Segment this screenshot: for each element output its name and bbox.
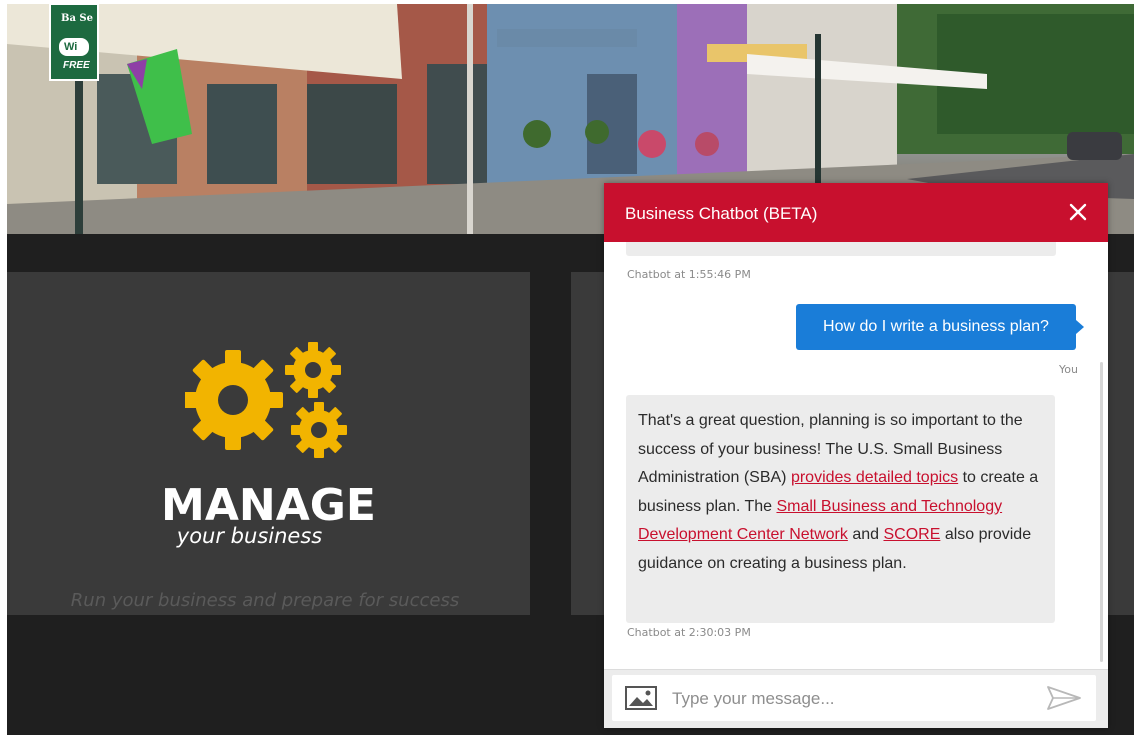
bot-text: and: [847, 526, 884, 543]
message-input[interactable]: [670, 683, 1034, 715]
message-meta: Chatbot at 2:30:03 PM: [627, 626, 751, 639]
chat-messages[interactable]: Chatbot at 1:55:46 PM How do I write a b…: [604, 242, 1108, 669]
chatbot-window: Business Chatbot (BETA) Chatbot at 1:55:…: [604, 183, 1108, 728]
score-link[interactable]: SCORE: [883, 526, 940, 543]
message-meta: Chatbot at 1:55:46 PM: [627, 268, 751, 281]
manage-subtitle: your business: [176, 524, 323, 548]
close-icon[interactable]: [1066, 200, 1090, 224]
user-message: How do I write a business plan?: [796, 304, 1084, 350]
sba-link[interactable]: provides detailed topics: [791, 469, 958, 486]
chatbot-title: Business Chatbot (BETA): [625, 204, 818, 223]
bot-message: That's a great question, planning is so …: [626, 395, 1055, 623]
image-icon[interactable]: [625, 686, 657, 710]
chat-input-bar: [604, 669, 1108, 728]
message-meta: You: [1059, 363, 1078, 376]
manage-tagline: Run your business and prepare for succes…: [70, 590, 460, 611]
send-icon[interactable]: [1046, 685, 1082, 711]
previous-bot-message: [626, 242, 1056, 256]
gears-icon: [185, 342, 347, 458]
wifi-icon: Wi: [64, 41, 78, 53]
sign-text-top: Ba Se: [61, 13, 93, 24]
chat-scrollbar[interactable]: [1100, 362, 1103, 662]
sign-text-free: FREE: [63, 60, 90, 71]
chat-input-container: [612, 675, 1096, 721]
manage-business-card[interactable]: MANAGE your business Run your business a…: [7, 272, 530, 615]
chatbot-header: Business Chatbot (BETA): [604, 183, 1108, 242]
